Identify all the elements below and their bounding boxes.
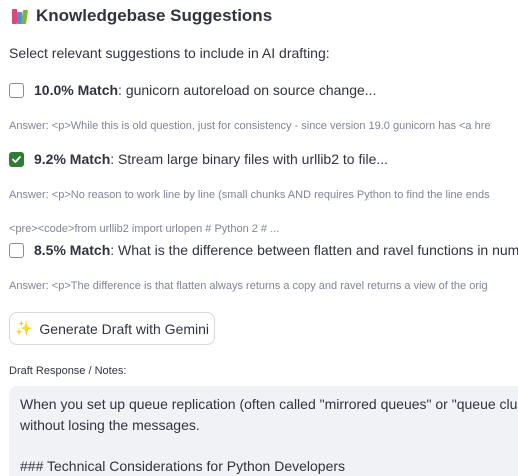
suggestion-checkbox-1[interactable]: 10.0% Match : gunicorn autoreload on sou… xyxy=(9,82,376,98)
match-percentage: 10.0% Match xyxy=(34,82,119,98)
answer-label: Answer xyxy=(9,189,46,201)
answer-text: : <p>The difference is that flatten alwa… xyxy=(45,280,488,292)
draft-line: without losing the messages. xyxy=(20,417,200,433)
checkbox-checked[interactable] xyxy=(9,151,24,167)
suggestion-question: : gunicorn autoreload on source change..… xyxy=(118,82,377,98)
answer-label: Answer xyxy=(9,120,46,132)
draft-label: Draft Response / Notes: xyxy=(9,365,127,377)
suggestion-answer: Answer: <p>The difference is that flatte… xyxy=(9,280,488,292)
kb-suggestions-panel: Knowledgebase Suggestions Select relevan… xyxy=(0,0,518,476)
draft-textarea[interactable]: When you set up queue replication (often… xyxy=(9,386,518,476)
sparkles-icon: ✨ xyxy=(14,320,33,336)
suggestion-checkbox-2[interactable]: 9.2% Match : Stream large binary files w… xyxy=(9,151,388,167)
suggestion-question: : Stream large binary files with urllib2… xyxy=(110,151,389,167)
panel-title: Knowledgebase Suggestions xyxy=(36,6,273,25)
suggestion-answer: Answer: <p>While this is old question, j… xyxy=(9,120,491,132)
intro-text: Select relevant suggestions to include i… xyxy=(9,45,330,61)
draft-line: When you set up queue replication (often… xyxy=(20,396,518,412)
answer-text: : <p>While this is old question, just fo… xyxy=(45,120,491,132)
generate-button-label: Generate Draft with Gemini xyxy=(39,320,210,337)
answer-code-preview: <pre><code>from urllib2 import urlopen #… xyxy=(9,223,280,235)
panel-header: Knowledgebase Suggestions xyxy=(12,6,272,26)
draft-line xyxy=(20,436,518,456)
checkmark-icon xyxy=(12,155,21,163)
answer-text: : <p>No reason to work line by line (sma… xyxy=(45,189,490,201)
draft-line: ### Technical Considerations for Python … xyxy=(20,458,346,474)
checkbox-unchecked[interactable] xyxy=(9,242,24,258)
books-icon xyxy=(12,7,30,25)
suggestion-checkbox-3[interactable]: 8.5% Match : What is the difference betw… xyxy=(9,242,518,258)
answer-label: Answer xyxy=(9,280,46,292)
generate-draft-button[interactable]: ✨ Generate Draft with Gemini xyxy=(9,312,215,345)
suggestion-question: : What is the difference between flatten… xyxy=(110,242,518,258)
suggestion-answer: Answer: <p>No reason to work line by lin… xyxy=(9,189,490,201)
match-percentage: 8.5% Match xyxy=(34,242,111,258)
checkbox-unchecked[interactable] xyxy=(9,82,24,98)
match-percentage: 9.2% Match xyxy=(34,151,111,167)
